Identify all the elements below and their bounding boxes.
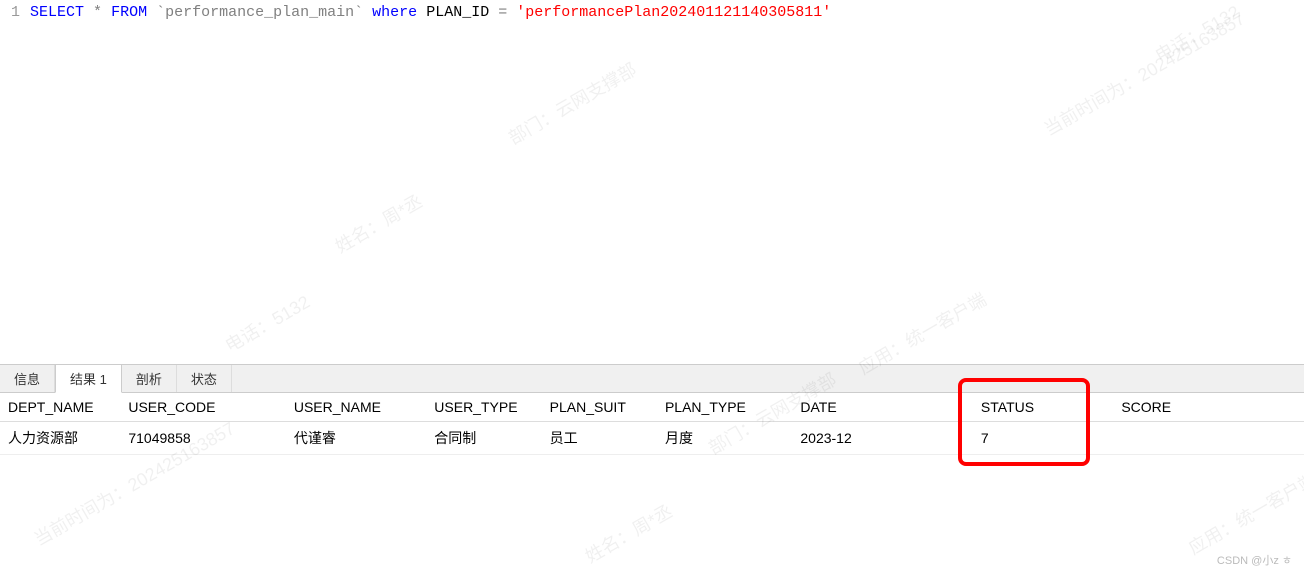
table-header-row: DEPT_NAME USER_CODE USER_NAME USER_TYPE … — [0, 393, 1304, 422]
watermark-text: 应用：统一客户端 — [1183, 466, 1304, 561]
cell-plan-suit[interactable]: 员工 — [542, 422, 657, 455]
cell-user-name[interactable]: 代谨睿 — [286, 422, 426, 455]
star-token: * — [93, 4, 102, 21]
footer-credit: CSDN @小z ㅎ — [1217, 552, 1292, 568]
cell-score[interactable] — [1113, 422, 1304, 455]
col-user-type[interactable]: USER_TYPE — [426, 393, 541, 422]
col-plan-type[interactable]: PLAN_TYPE — [657, 393, 792, 422]
line-number: 1 — [0, 4, 30, 21]
keyword-select: SELECT — [30, 4, 84, 21]
results-pane: DEPT_NAME USER_CODE USER_NAME USER_TYPE … — [0, 393, 1304, 455]
tab-result[interactable]: 结果 1 — [55, 363, 122, 393]
equals-operator: = — [498, 4, 507, 21]
cell-dept-name[interactable]: 人力资源部 — [0, 422, 120, 455]
tab-info[interactable]: 信息 — [0, 364, 55, 392]
tab-status[interactable]: 状态 — [177, 364, 232, 392]
col-user-name[interactable]: USER_NAME — [286, 393, 426, 422]
tab-profile[interactable]: 剖析 — [122, 364, 177, 392]
sql-editor[interactable]: 1 SELECT * FROM `performance_plan_main` … — [0, 0, 1304, 365]
cell-date[interactable]: 2023-12 — [792, 422, 973, 455]
col-date[interactable]: DATE — [792, 393, 973, 422]
cell-status[interactable]: 7 — [973, 422, 1113, 455]
results-table: DEPT_NAME USER_CODE USER_NAME USER_TYPE … — [0, 393, 1304, 455]
table-name: `performance_plan_main` — [156, 4, 363, 21]
col-user-code[interactable]: USER_CODE — [120, 393, 286, 422]
result-tabs: 信息 结果 1 剖析 状态 — [0, 365, 1304, 393]
col-plan-suit[interactable]: PLAN_SUIT — [542, 393, 657, 422]
col-score[interactable]: SCORE — [1113, 393, 1304, 422]
cell-user-type[interactable]: 合同制 — [426, 422, 541, 455]
keyword-from: FROM — [111, 4, 147, 21]
string-value: 'performancePlan202401121140305811' — [516, 4, 831, 21]
sql-text[interactable]: SELECT * FROM `performance_plan_main` wh… — [30, 4, 1304, 21]
cell-user-code[interactable]: 71049858 — [120, 422, 286, 455]
col-status[interactable]: STATUS — [973, 393, 1113, 422]
watermark-text: 姓名：周*丞 — [580, 497, 677, 568]
col-dept-name[interactable]: DEPT_NAME — [0, 393, 120, 422]
table-row[interactable]: 人力资源部 71049858 代谨睿 合同制 员工 月度 2023-12 7 — [0, 422, 1304, 455]
cell-plan-type[interactable]: 月度 — [657, 422, 792, 455]
column-name: PLAN_ID — [426, 4, 489, 21]
keyword-where: where — [372, 4, 417, 21]
